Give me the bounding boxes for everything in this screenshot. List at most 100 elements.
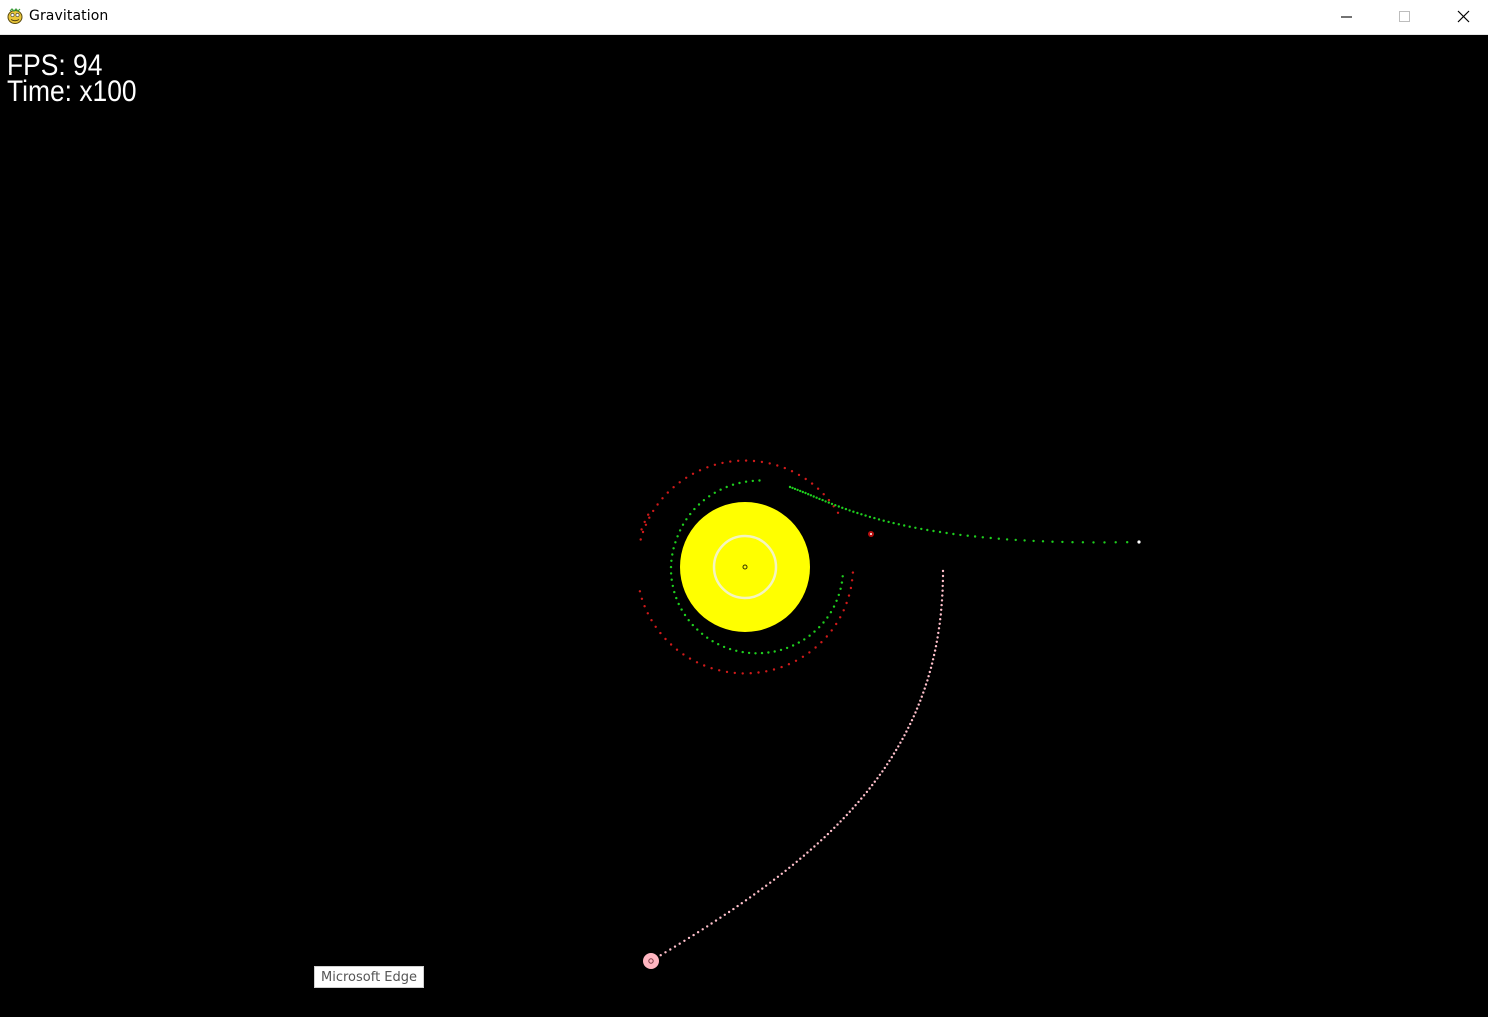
pink-trail-dot <box>701 928 704 931</box>
pink-trail-dot <box>772 878 776 881</box>
pink-trail-dot <box>914 711 917 714</box>
pink-trail-dot <box>802 854 806 857</box>
green-trail-dot <box>815 496 818 499</box>
pink-trail-dot <box>940 608 943 611</box>
pink-trail-dot <box>664 951 667 954</box>
pink-trail-dot <box>938 622 941 625</box>
green-trail-dot <box>804 491 807 495</box>
pink-trail-dot <box>876 777 879 780</box>
green-trail-dot <box>1061 540 1064 544</box>
red-trail-dot <box>646 612 649 615</box>
simulation-canvas[interactable]: FPS: 94 Time: x100 <box>0 35 1488 1017</box>
green-trail-dot <box>826 616 829 619</box>
pink-trail-dot <box>776 875 780 878</box>
pink-trail-dot <box>788 866 791 869</box>
green-trail-dot <box>779 648 783 652</box>
pink-trail-dot <box>926 679 929 682</box>
pink-trail-dot <box>937 627 941 630</box>
pink-trail-dot <box>915 707 919 710</box>
pink-trail-dot <box>696 931 700 934</box>
pink-trail-dot <box>895 748 898 752</box>
green-trail-dot <box>670 578 673 581</box>
green-trail-dot <box>952 532 955 536</box>
red-trail-dot <box>688 657 692 660</box>
green-trail-dot <box>1126 541 1129 544</box>
green-trail-dot <box>719 488 722 491</box>
green-trail-dot <box>731 483 735 486</box>
green-trail-dot <box>796 488 799 492</box>
green-trail-dot <box>959 533 962 537</box>
green-trail-dot <box>797 641 800 644</box>
red-trail-dot <box>678 481 681 484</box>
green-trail-dot <box>914 526 917 529</box>
green-trail-dot <box>738 481 741 485</box>
pink-trail-dot <box>829 829 833 833</box>
green-trail-dot <box>903 524 906 527</box>
pink-trail-dot <box>922 691 925 694</box>
pink-trail-dot <box>934 645 938 648</box>
red-trail-dot <box>639 538 642 541</box>
green-trail-dot <box>1051 540 1054 543</box>
green-trail-dot <box>673 590 676 594</box>
pink-trail-dot <box>873 780 876 783</box>
green-trail-dot <box>1103 541 1106 544</box>
red-trail-dot <box>725 670 729 674</box>
green-trail-dot <box>767 651 770 654</box>
minimize-icon <box>1341 16 1352 18</box>
red-trail-dot <box>851 571 855 574</box>
green-trail-dot <box>834 504 837 507</box>
green-trail-dot <box>681 523 685 526</box>
red-trail-dot <box>664 637 667 641</box>
title-bar[interactable]: Gravitation <box>0 0 1488 35</box>
simulation-drawing <box>638 459 1141 969</box>
pink-trail-dot <box>854 804 857 807</box>
red-trail-dot <box>830 629 833 632</box>
green-trail-dot <box>693 507 696 511</box>
green-trail-dot <box>824 500 827 503</box>
green-trail-dot <box>821 498 824 502</box>
red-trail-dot <box>695 661 699 664</box>
green-trail-dot <box>773 650 776 653</box>
pink-trail-dot <box>931 658 935 661</box>
green-planet <box>1137 540 1141 544</box>
green-trail-dot <box>887 520 890 524</box>
green-trail-dot <box>860 513 863 516</box>
pink-trail-dot <box>910 719 914 722</box>
pink-trail-dot <box>673 945 677 948</box>
pink-trail-dot <box>784 869 787 872</box>
pink-trail-dot <box>723 913 726 916</box>
pink-trail-dot <box>868 787 871 790</box>
red-trail-dot <box>780 665 783 669</box>
pink-trail-dot <box>878 773 882 776</box>
green-trail-dot <box>812 495 815 498</box>
green-trail-dot <box>747 651 751 655</box>
green-trail-dot <box>813 630 816 633</box>
pink-trail-dot <box>744 899 748 902</box>
pink-trail-dot <box>820 839 823 842</box>
close-button[interactable] <box>1434 0 1488 34</box>
green-trail-dot <box>835 599 838 602</box>
green-trail-dot <box>1114 541 1117 544</box>
pink-trail-dot <box>924 683 928 686</box>
pink-trail-dot <box>692 933 695 937</box>
minimize-button[interactable] <box>1318 0 1376 34</box>
red-trail-dot <box>647 513 650 516</box>
pink-trail-dot <box>833 826 836 829</box>
green-trail-dot <box>932 529 935 533</box>
green-trail-dot <box>799 489 802 493</box>
red-trail-dot <box>816 487 820 490</box>
red-trail-dot <box>845 601 848 605</box>
pink-trail-dot <box>748 896 752 899</box>
red-trail-dot <box>741 672 744 675</box>
red-planet <box>868 531 874 537</box>
maximize-button[interactable] <box>1376 0 1434 34</box>
red-trail-dot <box>749 672 752 675</box>
red-trail-dot <box>729 460 732 463</box>
pink-trail-dot <box>678 942 681 945</box>
pink-trail-dot <box>937 631 940 635</box>
green-trail-dot <box>706 636 709 639</box>
green-trail-dot <box>966 534 969 537</box>
green-trail-dot <box>758 479 761 482</box>
close-icon <box>1457 10 1470 23</box>
green-trail-dot <box>791 486 794 490</box>
